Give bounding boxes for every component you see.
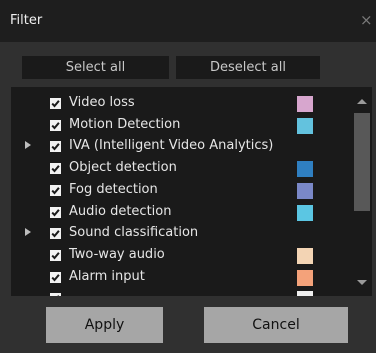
dialog-title: Filter bbox=[10, 13, 43, 28]
filter-checkbox[interactable] bbox=[50, 206, 61, 218]
color-swatch[interactable] bbox=[297, 269, 313, 286]
filter-checkbox[interactable] bbox=[50, 228, 61, 240]
event-filter-list: Video loss Motion Detection IVA (Intellige… bbox=[11, 87, 372, 296]
deselect-all-button[interactable]: Deselect all bbox=[176, 56, 320, 79]
filter-item-label: Sound classification bbox=[69, 225, 199, 241]
filter-item[interactable]: IVA (Intelligent Video Analytics) bbox=[11, 136, 341, 157]
filter-checkbox[interactable] bbox=[50, 184, 61, 196]
filter-checkbox[interactable] bbox=[50, 249, 61, 261]
filter-checkbox[interactable] bbox=[50, 98, 61, 109]
checkmark-icon bbox=[51, 186, 60, 195]
filter-item-label: Motion Detection bbox=[69, 116, 181, 132]
checkmark-icon bbox=[51, 273, 60, 282]
close-icon[interactable]: × bbox=[360, 11, 373, 29]
filter-checkbox[interactable] bbox=[50, 141, 61, 153]
select-all-button[interactable]: Select all bbox=[22, 56, 169, 79]
filter-item[interactable] bbox=[11, 288, 341, 296]
color-swatch[interactable] bbox=[297, 291, 313, 296]
filter-item-label: Audio detection bbox=[69, 203, 172, 219]
color-swatch[interactable] bbox=[297, 247, 313, 264]
checkmark-icon bbox=[57, 295, 59, 296]
filter-item[interactable]: Video loss bbox=[11, 93, 341, 114]
checkmark-icon bbox=[51, 165, 60, 173]
scroll-down-arrow-icon[interactable] bbox=[357, 280, 367, 285]
checkmark-icon bbox=[51, 252, 60, 260]
cancel-button[interactable]: Cancel bbox=[204, 307, 348, 343]
filter-item[interactable]: Object detection bbox=[11, 158, 341, 179]
vertical-scrollbar[interactable] bbox=[353, 91, 371, 293]
filter-item-label: Alarm input bbox=[69, 268, 145, 284]
color-swatch[interactable] bbox=[297, 117, 313, 134]
filter-checkbox[interactable] bbox=[50, 271, 61, 283]
filter-item[interactable]: Audio detection bbox=[11, 202, 341, 223]
filter-item[interactable]: Motion Detection bbox=[11, 115, 341, 136]
filter-item[interactable]: Fog detection bbox=[11, 180, 341, 201]
filter-item[interactable]: Alarm input bbox=[11, 267, 341, 288]
checkmark-icon bbox=[51, 100, 60, 108]
checkmark-icon bbox=[51, 143, 60, 151]
scroll-up-arrow-icon[interactable] bbox=[357, 99, 367, 104]
checkmark-icon bbox=[51, 121, 60, 130]
color-swatch[interactable] bbox=[297, 96, 313, 112]
filter-item-label: Fog detection bbox=[69, 181, 158, 197]
color-swatch[interactable] bbox=[297, 204, 313, 221]
color-swatch[interactable] bbox=[297, 182, 313, 199]
filter-item-label: Object detection bbox=[69, 160, 177, 176]
color-swatch[interactable] bbox=[297, 161, 313, 178]
scrollbar-thumb[interactable] bbox=[354, 113, 370, 211]
checkmark-icon bbox=[51, 208, 60, 216]
filter-item-label: Video loss bbox=[69, 95, 135, 110]
checkmark-icon bbox=[51, 230, 60, 238]
filter-item-label: Two-way audio bbox=[69, 246, 165, 262]
apply-button[interactable]: Apply bbox=[46, 307, 163, 343]
filter-item-label: IVA (Intelligent Video Analytics) bbox=[69, 138, 274, 154]
filter-checkbox[interactable] bbox=[50, 119, 61, 131]
filter-item[interactable]: Two-way audio bbox=[11, 245, 341, 266]
filter-checkbox[interactable] bbox=[50, 293, 61, 296]
filter-checkbox[interactable] bbox=[50, 163, 61, 175]
expand-arrow-icon[interactable] bbox=[25, 141, 31, 150]
dialog-titlebar: Filter × bbox=[0, 0, 376, 42]
filter-item[interactable]: Sound classification bbox=[11, 223, 341, 244]
expand-arrow-icon[interactable] bbox=[25, 228, 31, 237]
